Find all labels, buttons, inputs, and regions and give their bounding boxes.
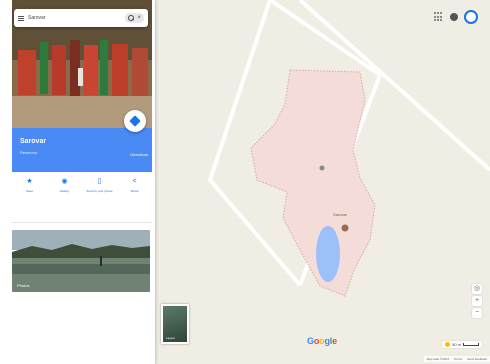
search-input[interactable] <box>28 15 122 21</box>
road <box>268 0 382 77</box>
search-actions: × <box>125 13 144 23</box>
photo-card[interactable]: Photos <box>12 230 150 292</box>
place-header: Sarovar Reservoir Directions <box>12 110 152 172</box>
photo-caption: Photos <box>17 283 30 288</box>
search-box[interactable]: × <box>14 9 148 27</box>
search-icon[interactable] <box>128 15 135 21</box>
scale-control[interactable]: 50 m <box>442 341 482 348</box>
notifications-icon[interactable] <box>450 13 458 21</box>
close-icon[interactable]: × <box>137 15 141 21</box>
nearby-button[interactable]: ◉ Nearby <box>50 178 80 218</box>
poi-marker[interactable] <box>319 165 325 171</box>
share-button[interactable]: < Share <box>120 178 150 218</box>
map-data-text: Map data ©2024 <box>426 357 449 361</box>
zoom-out-button[interactable]: − <box>472 308 482 318</box>
lake[interactable] <box>316 226 340 282</box>
feedback-link[interactable]: Send feedback <box>467 357 487 361</box>
map-canvas[interactable]: Sarovar ◎ + − Layers Google 50 m Map dat… <box>155 0 490 364</box>
zoom-in-button[interactable]: + <box>472 296 482 306</box>
layers-button[interactable]: Layers <box>161 304 189 344</box>
poi-marker-place[interactable] <box>341 224 349 232</box>
top-right-controls <box>434 10 478 24</box>
terms-link[interactable]: Terms <box>454 357 462 361</box>
send-to-phone-label: Send to your phone <box>86 189 113 193</box>
map-graphics <box>207 0 490 297</box>
place-panel: × Sarovar Reservoir Directions ★ Save ◉ … <box>0 0 155 364</box>
apps-icon[interactable] <box>434 12 444 22</box>
poi-label: Sarovar <box>333 212 348 217</box>
directions-label: Directions <box>130 152 148 157</box>
maps-app: Sarovar ◎ + − Layers Google 50 m Map dat… <box>0 0 490 364</box>
save-button[interactable]: ★ Save <box>15 178 45 218</box>
nearby-label: Nearby <box>59 189 70 193</box>
action-row: ★ Save ◉ Nearby ▯ Send to your phone < S… <box>12 178 152 218</box>
save-icon: ★ <box>26 178 33 185</box>
send-to-phone-icon: ▯ <box>97 178 102 185</box>
save-label: Save <box>26 189 33 193</box>
attribution-bar: Map data ©2024 Terms Send feedback <box>423 356 490 362</box>
nearby-icon: ◉ <box>61 178 68 185</box>
layers-label: Layers <box>166 336 176 340</box>
share-label: Share <box>130 189 139 193</box>
place-subtitle: Reservoir <box>20 150 38 155</box>
directions-button[interactable] <box>124 110 146 132</box>
scale-label: 50 m <box>452 342 461 347</box>
divider <box>12 222 152 223</box>
directions-icon <box>129 115 141 127</box>
info-icon <box>445 342 451 347</box>
account-icon[interactable] <box>464 10 478 24</box>
send-to-phone-button[interactable]: ▯ Send to your phone <box>85 178 115 218</box>
park-boundary[interactable] <box>250 69 376 297</box>
scale-bar <box>463 343 479 346</box>
share-icon: < <box>132 178 137 185</box>
zoom-controls: ◎ + − <box>472 284 482 318</box>
place-title: Sarovar <box>20 138 47 145</box>
photo-image <box>12 230 150 292</box>
my-location-icon[interactable]: ◎ <box>472 284 482 294</box>
google-logo: Google <box>307 336 337 346</box>
menu-icon[interactable] <box>18 15 24 21</box>
